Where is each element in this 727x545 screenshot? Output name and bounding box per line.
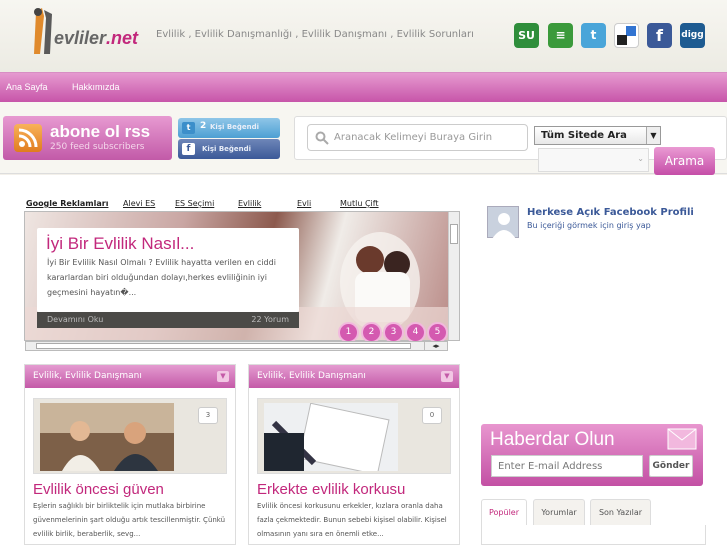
- tab-recent[interactable]: Son Yazılar: [590, 499, 651, 526]
- site-logo[interactable]: evliler.net: [18, 6, 148, 56]
- slider-excerpt: İyi Bir Evlilik Nasıl Olmalı ? Evlilik h…: [47, 258, 276, 297]
- ad-tab[interactable]: Google Reklamları: [26, 199, 108, 208]
- secondary-select[interactable]: ⌄: [538, 148, 649, 172]
- facebook-profile-box: Herkese Açık Facebook Profili Bu içeriği…: [480, 200, 710, 240]
- email-field[interactable]: Enter E-mail Address: [491, 455, 643, 477]
- slider-page-1[interactable]: 1: [338, 322, 359, 343]
- avatar[interactable]: [487, 206, 519, 239]
- read-more-link[interactable]: Devamını Oku: [47, 315, 103, 324]
- post-card: Evlilik, Evlilik Danışmanı ▼ 0 Erkekte e…: [248, 364, 460, 545]
- card-image[interactable]: [40, 403, 174, 471]
- twitter-small-icon: t: [182, 122, 195, 134]
- search-input[interactable]: Aranacak Kelimeyi Buraya Girin: [307, 124, 528, 151]
- chevron-down-icon: ⌄: [637, 154, 644, 163]
- chevron-down-icon[interactable]: ▼: [441, 371, 453, 382]
- slider-title[interactable]: İyi Bir Evlilik Nasıl...: [46, 234, 194, 254]
- subscribe-button[interactable]: Gönder: [649, 455, 693, 477]
- comment-count[interactable]: 0: [422, 407, 442, 424]
- newsletter-box: Haberdar Olun Enter E-mail Address Gönde…: [481, 424, 703, 486]
- rss-subscribers: 250 feed subscribers: [50, 142, 145, 152]
- ad-tab[interactable]: Alevi ES: [123, 199, 155, 208]
- slider-page-4[interactable]: 4: [405, 322, 426, 343]
- nav-home[interactable]: Ana Sayfa: [6, 82, 48, 92]
- facebook-profile-sub[interactable]: Bu içeriği görmek için giriş yap: [527, 221, 651, 230]
- slider-vertical-scrollbar[interactable]: [448, 212, 459, 340]
- stumbleupon-icon[interactable]: SU: [514, 23, 539, 48]
- ad-tab[interactable]: Mutlu Çift: [340, 199, 379, 208]
- digg-icon[interactable]: digg: [680, 23, 705, 48]
- logo-text: evliler.net: [54, 28, 139, 48]
- search-button[interactable]: Arama: [654, 147, 715, 175]
- slider-horizontal-scrollbar[interactable]: [25, 341, 447, 351]
- card-excerpt: Evlilik öncesi korkusunu erkekler, kızla…: [257, 502, 447, 538]
- rss-title: abone ol rss: [50, 122, 151, 141]
- facebook-profile-name[interactable]: Herkese Açık Facebook Profili: [527, 207, 694, 218]
- slider-page-5[interactable]: 5: [427, 322, 448, 343]
- card-image[interactable]: [264, 403, 398, 471]
- chevron-down-icon: ▼: [646, 127, 660, 144]
- ad-tab[interactable]: ES Seçimi: [175, 199, 214, 208]
- main-nav: Ana Sayfa Hakkımızda: [0, 72, 727, 102]
- nav-about[interactable]: Hakkımızda: [72, 82, 120, 92]
- site-tagline: Evlilik , Evlilik Danışmanlığı , Evlilik…: [156, 29, 474, 40]
- scrollbar-thumb[interactable]: [36, 343, 411, 349]
- chevron-down-icon[interactable]: ▼: [217, 371, 229, 382]
- card-header: Evlilik, Evlilik Danışmanı ▼: [249, 365, 459, 388]
- facebook-like-box[interactable]: f Kişi Beğendi: [178, 139, 280, 159]
- slider-caption: İyi Bir Evlilik Nasıl... İyi Bir Evlilik…: [37, 228, 299, 312]
- card-image-frame: 3: [33, 398, 227, 474]
- card-category[interactable]: Evlilik, Evlilik Danışmanı: [33, 371, 142, 381]
- twitter-like-label: Kişi Beğendi: [210, 123, 260, 131]
- slider-caption-bar: Devamını Oku 22 Yorum: [37, 312, 299, 328]
- search-scope-select[interactable]: Tüm Sitede Ara ▼: [534, 126, 661, 145]
- search-icon: [315, 131, 329, 145]
- card-image-frame: 0: [257, 398, 451, 474]
- card-header: Evlilik, Evlilik Danışmanı ▼: [25, 365, 235, 388]
- twitter-like-box[interactable]: t 2 Kişi Beğendi: [178, 118, 280, 138]
- card-title[interactable]: Evlilik öncesi güven: [33, 481, 164, 498]
- scroll-arrows[interactable]: ◂▸: [424, 341, 448, 351]
- search-scope-value: Tüm Sitede Ara: [541, 130, 627, 141]
- side-tab-panel: [481, 525, 706, 545]
- email-placeholder: Enter E-mail Address: [498, 461, 603, 472]
- tab-popular[interactable]: Popüler: [481, 499, 527, 526]
- search-placeholder: Aranacak Kelimeyi Buraya Girin: [334, 132, 493, 143]
- friendfeed-icon[interactable]: ≡: [548, 23, 573, 48]
- twitter-like-count: 2: [200, 121, 207, 131]
- comment-count[interactable]: 3: [198, 407, 218, 424]
- twitter-icon[interactable]: t: [581, 23, 606, 48]
- facebook-icon[interactable]: f: [647, 23, 672, 48]
- comments-count[interactable]: 22 Yorum: [251, 315, 289, 324]
- facebook-like-label: Kişi Beğendi: [202, 145, 252, 153]
- post-card: Evlilik, Evlilik Danışmanı ▼ 3 Evlilik ö…: [24, 364, 236, 545]
- envelope-icon: [667, 428, 697, 450]
- facebook-small-icon: f: [182, 143, 195, 155]
- tab-comments[interactable]: Yorumlar: [533, 499, 585, 526]
- rss-icon: [14, 124, 42, 152]
- slider-page-2[interactable]: 2: [361, 322, 382, 343]
- delicious-icon[interactable]: [614, 23, 639, 48]
- ad-tab[interactable]: Evlilik: [238, 199, 261, 208]
- newsletter-title: Haberdar Olun: [490, 429, 615, 450]
- ad-tab[interactable]: Evli: [297, 199, 311, 208]
- rss-subscribe-button[interactable]: abone ol rss 250 feed subscribers: [3, 116, 172, 160]
- card-category[interactable]: Evlilik, Evlilik Danışmanı: [257, 371, 366, 381]
- scrollbar-thumb[interactable]: [450, 224, 458, 244]
- slider-page-3[interactable]: 3: [383, 322, 404, 343]
- card-excerpt: Eşlerin sağlıklı bir birliktelik için mu…: [33, 502, 226, 538]
- card-title[interactable]: Erkekte evlilik korkusu: [257, 481, 405, 498]
